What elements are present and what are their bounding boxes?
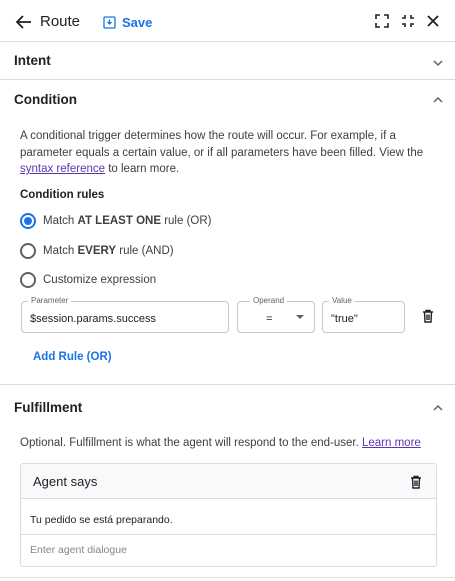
- chevron-up-icon: [433, 404, 443, 411]
- operand-select[interactable]: Operand =: [237, 296, 315, 333]
- condition-section-header[interactable]: Condition: [0, 81, 455, 119]
- condition-description: A conditional trigger determines how the…: [20, 128, 425, 178]
- radio-button[interactable]: [20, 243, 36, 259]
- radio-customize-expression[interactable]: Customize expression: [20, 272, 156, 288]
- condition-desc-tail: to learn more.: [105, 163, 180, 175]
- parameter-value: $session.params.success: [30, 313, 156, 325]
- value-label: Value: [329, 296, 355, 306]
- operand-label: Operand: [250, 296, 288, 306]
- syntax-reference-link[interactable]: syntax reference: [20, 163, 105, 175]
- close-icon[interactable]: [424, 12, 442, 30]
- fulfillment-title: Fulfillment: [14, 400, 83, 415]
- value-field[interactable]: Value "true": [322, 296, 405, 333]
- chevron-down-icon: [433, 60, 443, 67]
- radio-label: Customize expression: [43, 274, 157, 286]
- add-rule-button[interactable]: Add Rule (OR): [33, 351, 112, 363]
- expand-icon[interactable]: [373, 12, 391, 30]
- condition-title: Condition: [14, 92, 77, 107]
- panel-title: Route: [40, 13, 81, 30]
- fulfillment-section-header[interactable]: Fulfillment: [0, 389, 455, 427]
- agent-says-card: Agent says Tu pedido se está preparando.…: [20, 463, 437, 567]
- save-button[interactable]: Save: [103, 12, 152, 32]
- chevron-up-icon: [433, 96, 443, 103]
- agent-says-header: Agent says: [21, 464, 436, 499]
- agent-says-title: Agent says: [33, 474, 98, 489]
- delete-rule-icon[interactable]: [420, 308, 436, 324]
- divider: [21, 534, 436, 535]
- radio-label: Match AT LEAST ONE rule (OR): [43, 215, 212, 227]
- divider: [0, 577, 455, 578]
- agent-dialogue-input[interactable]: Enter agent dialogue: [30, 544, 127, 556]
- parameter-field[interactable]: Parameter $session.params.success: [21, 296, 229, 333]
- divider: [0, 384, 455, 385]
- save-label: Save: [122, 14, 153, 30]
- operand-value: =: [266, 313, 273, 325]
- fulfillment-description: Optional. Fulfillment is what the agent …: [20, 435, 425, 452]
- collapse-icon[interactable]: [399, 12, 417, 30]
- intent-section-header[interactable]: Intent: [0, 42, 455, 80]
- back-arrow-icon[interactable]: [14, 12, 34, 32]
- parameter-label: Parameter: [28, 296, 72, 306]
- fulfillment-desc-text: Optional. Fulfillment is what the agent …: [20, 437, 362, 449]
- condition-desc-line-2: parameter equals a certain value, or if …: [20, 146, 424, 159]
- value-value: "true": [331, 313, 358, 325]
- radio-match-every[interactable]: Match EVERY rule (AND): [20, 243, 174, 259]
- condition-rules-label: Condition rules: [20, 189, 105, 201]
- agent-response-text[interactable]: Tu pedido se está preparando.: [30, 514, 173, 526]
- learn-more-link[interactable]: Learn more: [362, 437, 421, 449]
- radio-button-selected[interactable]: [20, 213, 36, 229]
- route-panel-header: Route Save: [0, 0, 455, 42]
- condition-desc-line-1: A conditional trigger determines how the…: [20, 130, 396, 142]
- radio-button[interactable]: [20, 272, 36, 288]
- dropdown-arrow-icon: [296, 315, 304, 319]
- delete-agent-says-icon[interactable]: [408, 474, 424, 490]
- radio-label: Match EVERY rule (AND): [43, 245, 174, 257]
- radio-match-at-least-one[interactable]: Match AT LEAST ONE rule (OR): [20, 213, 211, 229]
- save-icon: [103, 15, 116, 29]
- intent-title: Intent: [14, 53, 51, 68]
